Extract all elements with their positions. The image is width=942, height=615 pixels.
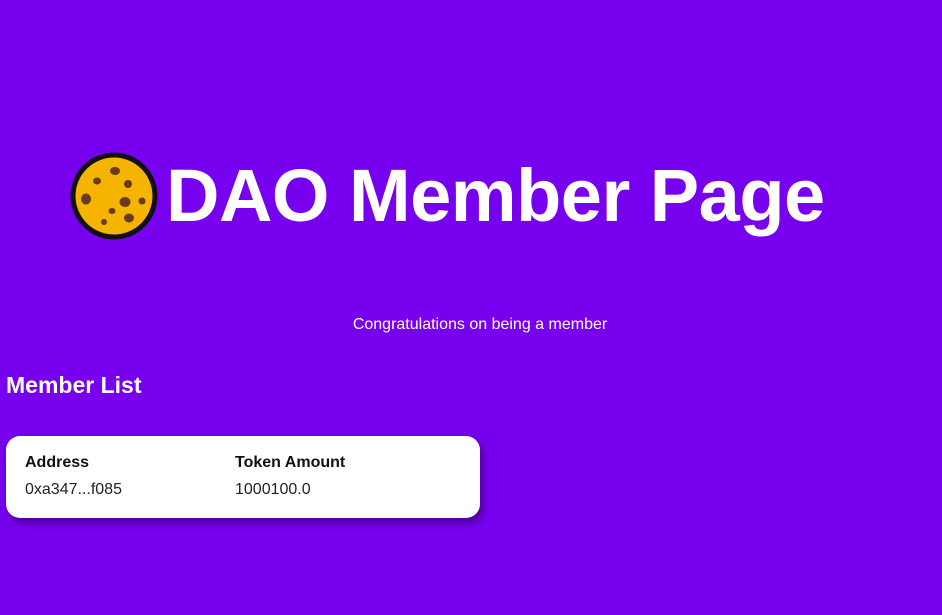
cookie-icon [70, 152, 158, 240]
page: DAO Member Page Congratulations on being… [0, 0, 942, 615]
page-title: DAO Member Page [166, 154, 825, 237]
page-header: DAO Member Page [70, 150, 825, 242]
member-table: Address Token Amount 0xa347...f085 10001… [25, 454, 435, 502]
member-token-amount: 1000100.0 [235, 481, 311, 498]
member-list-card: Address Token Amount 0xa347...f085 10001… [6, 436, 480, 518]
column-header-token-amount: Token Amount [235, 454, 346, 471]
table-row: 0xa347...f085 1000100.0 [25, 478, 435, 502]
congratulations-message: Congratulations on being a member [352, 316, 608, 333]
column-header-address: Address [25, 454, 90, 471]
member-list-heading: Member List [6, 372, 142, 398]
member-address: 0xa347...f085 [25, 481, 122, 498]
table-header-row: Address Token Amount [25, 454, 435, 478]
